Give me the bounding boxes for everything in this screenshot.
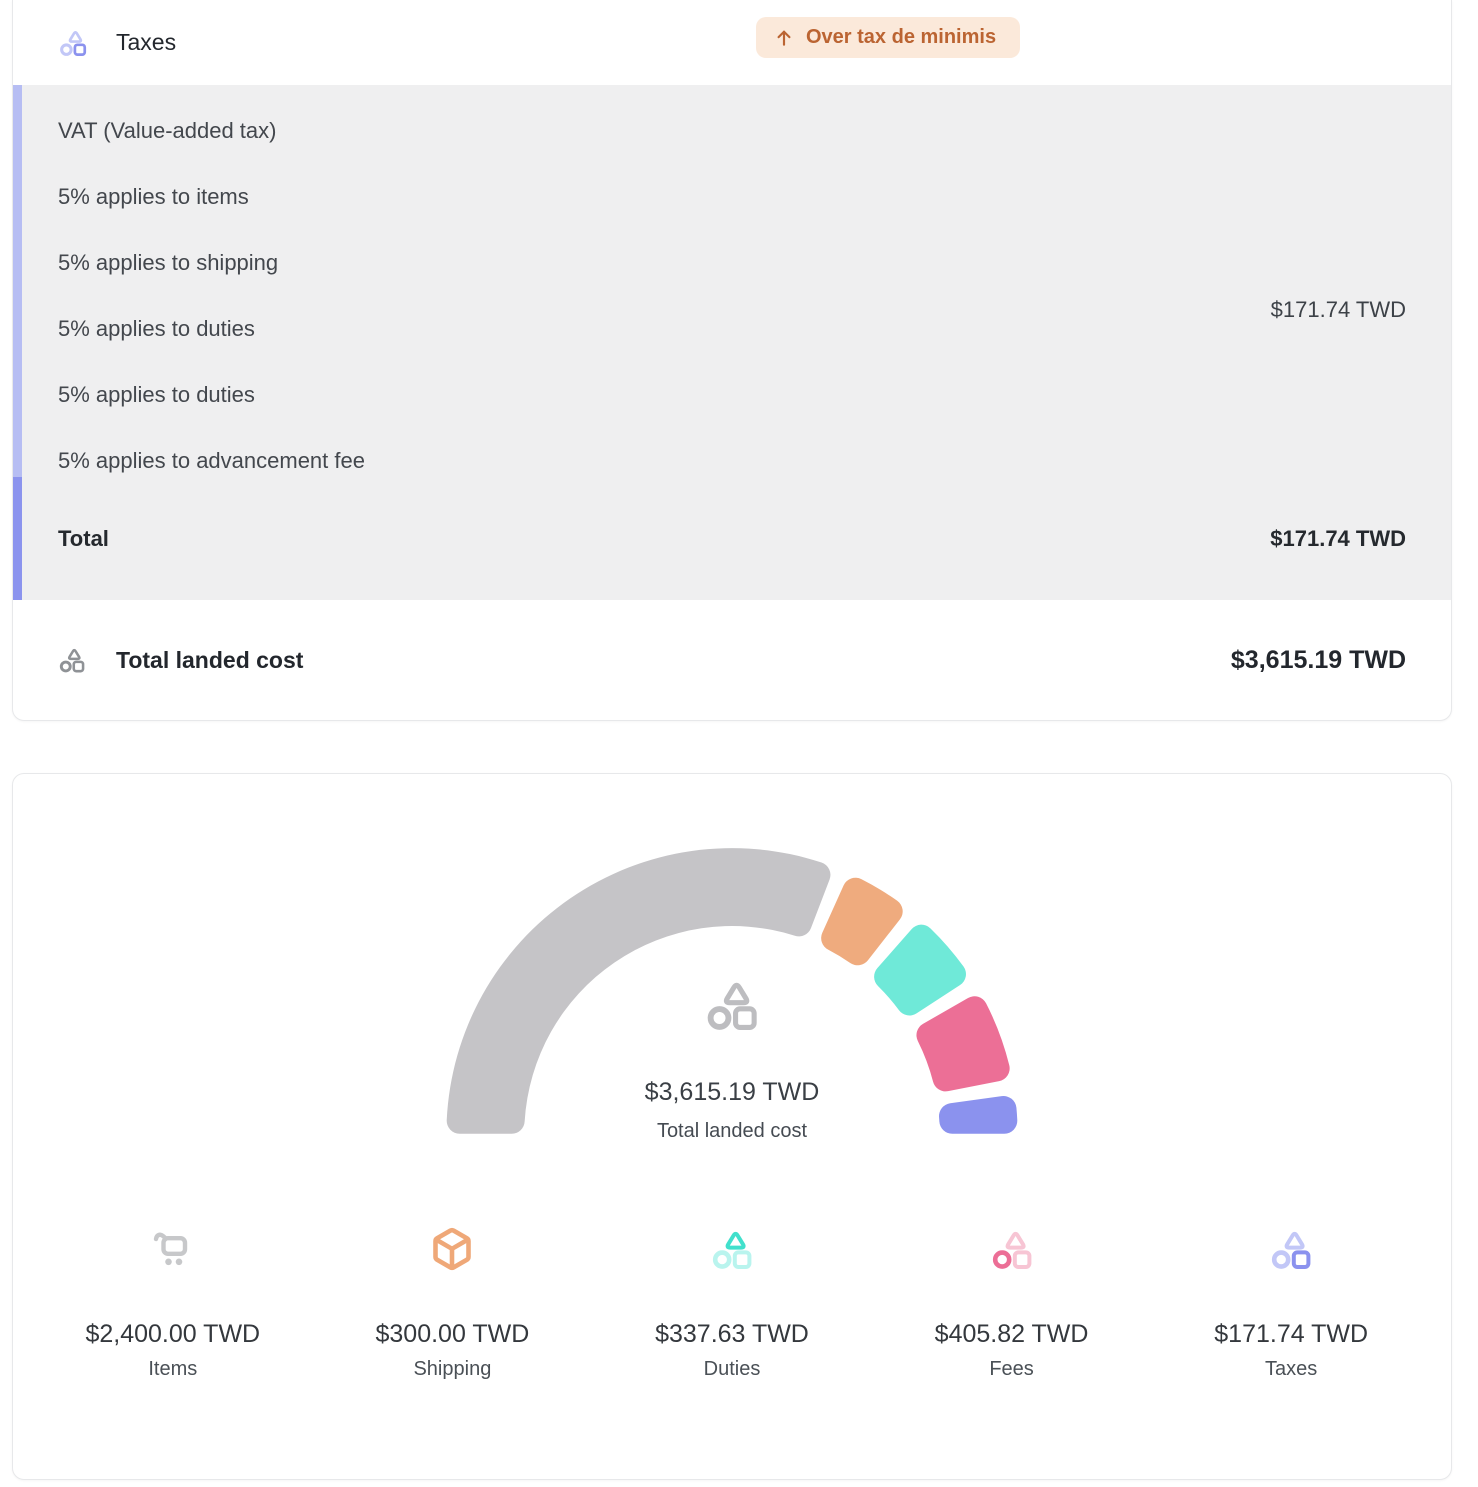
stat-col-items: $2,400.00 TWD Items [33,1226,313,1381]
vat-line: 5% applies to items [58,182,1271,212]
landed-cost-chart-card: $3,615.19 TWD Total landed cost $2,400.0… [12,773,1452,1480]
vat-lines: VAT (Value-added tax) 5% applies to item… [58,116,1271,476]
stat-col-fees: $405.82 TWD Fees [872,1226,1152,1381]
vat-heading: VAT (Value-added tax) [58,116,1271,146]
cart-icon [151,1230,195,1268]
total-landed-row: Total landed cost $3,615.19 TWD [13,600,1451,720]
stat-col-taxes: $171.74 TWD Taxes [1151,1226,1431,1381]
duties-value: $337.63 TWD [592,1320,872,1349]
arrow-up-icon [774,28,794,48]
duties-label: Duties [592,1358,872,1381]
taxes-value: $171.74 TWD [1151,1320,1431,1349]
vat-total-row: Total $171.74 TWD [13,477,1451,600]
total-landed-amount: $3,615.19 TWD [1231,646,1406,675]
landed-cost-page: Taxes Over tax de minimis VAT (Value-add… [0,0,1478,1487]
shipping-label: Shipping [313,1358,593,1381]
taxes-col-shapes-icon [1269,1229,1313,1269]
gauge-segment-taxes [939,1096,1017,1134]
package-icon [430,1227,474,1271]
cost-breakdown-legend: $2,400.00 TWD Items $300.00 TWD Shipping [13,1204,1451,1479]
total-landed-shapes-icon [58,647,86,673]
vat-line: 5% applies to duties [58,314,1271,344]
fees-shapes-icon [990,1229,1034,1269]
gauge-segment-fees [916,996,1009,1091]
landed-cost-gauge: $3,615.19 TWD Total landed cost [13,774,1451,1204]
duties-shapes-icon [710,1229,754,1269]
vat-amount: $171.74 TWD [1271,297,1406,323]
taxes-card-title: Taxes [116,29,176,56]
total-landed-label: Total landed cost [116,647,303,674]
taxes-card-header: Taxes Over tax de minimis [13,0,1451,85]
stat-col-duties: $337.63 TWD Duties [592,1226,872,1381]
taxes-label: Taxes [1151,1358,1431,1381]
items-label: Items [33,1358,313,1381]
fees-label: Fees [872,1358,1152,1381]
gauge-segment-shipping [821,878,903,966]
over-de-minimis-badge-label: Over tax de minimis [806,26,996,49]
vat-line: 5% applies to advancement fee [58,446,1271,476]
taxes-card: Taxes Over tax de minimis VAT (Value-add… [12,0,1452,721]
fees-value: $405.82 TWD [872,1320,1152,1349]
shipping-value: $300.00 TWD [313,1320,593,1349]
gauge-segment-duties [874,925,966,1016]
gauge-segment-items [447,848,831,1134]
vat-line: 5% applies to shipping [58,248,1271,278]
vat-total-label: Total [58,526,109,552]
stat-col-shipping: $300.00 TWD Shipping [313,1226,593,1381]
over-de-minimis-badge: Over tax de minimis [756,17,1020,58]
vat-line: 5% applies to duties [58,380,1271,410]
items-value: $2,400.00 TWD [33,1320,313,1349]
vat-total-amount: $171.74 TWD [1270,526,1406,552]
taxes-shapes-icon [58,29,88,56]
vat-breakdown-section: VAT (Value-added tax) 5% applies to item… [13,85,1451,477]
gauge-svg [13,774,1451,1140]
